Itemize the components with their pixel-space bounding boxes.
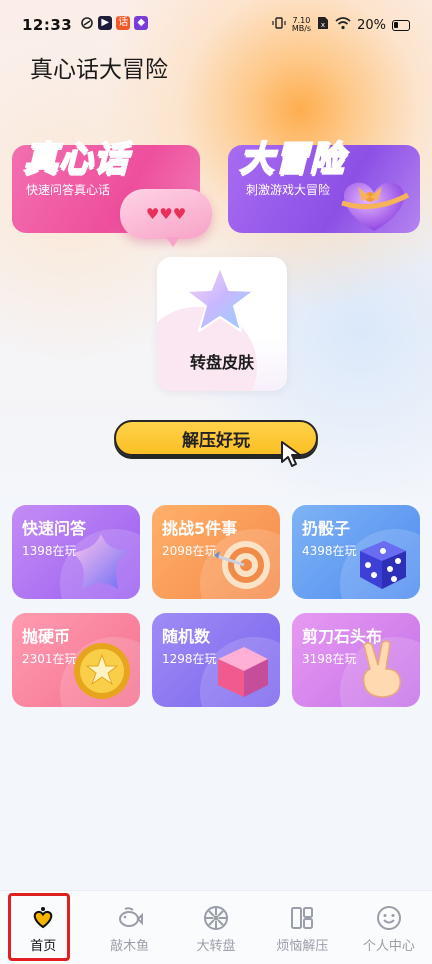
chat-bubble-icon: ♥♥♥ xyxy=(120,189,212,247)
tile-name: 随机数 xyxy=(162,627,211,646)
game-tile-random-number[interactable]: 随机数 1298在玩 xyxy=(152,613,280,707)
tile-count: 4398在玩 xyxy=(302,544,357,558)
dare-subtitle: 刺激游戏大冒险 xyxy=(246,183,331,197)
nav-item-profile[interactable]: 个人中心 xyxy=(346,891,432,964)
game-tile-dice[interactable]: 扔骰子 4398在玩 xyxy=(292,505,420,599)
gift-heart-icon xyxy=(341,182,410,231)
truth-subtitle: 快速问答真心话 xyxy=(26,183,111,197)
tile-name: 扔骰子 xyxy=(302,519,351,538)
star-blob-icon xyxy=(73,534,128,589)
game-tile-coin-toss[interactable]: 抛硬币 2301在玩 xyxy=(12,613,140,707)
star-icon xyxy=(185,266,255,332)
nav-label: 个人中心 xyxy=(362,939,415,954)
tile-count: 1298在玩 xyxy=(162,652,217,666)
status-bar: 12:33 ▶ 话 ◆ 7.10 MB/s x 20% xyxy=(0,0,432,50)
status-time: 12:33 xyxy=(22,16,73,34)
wifi-icon xyxy=(335,16,351,34)
game-tile-five-challenges[interactable]: 挑战5件事 2098在玩 xyxy=(152,505,280,599)
nav-item-wooden-fish[interactable]: 敲木鱼 xyxy=(86,891,172,964)
tile-name: 抛硬币 xyxy=(22,627,71,646)
victory-hand-icon xyxy=(362,640,401,698)
skin-label: 转盘皮肤 xyxy=(189,353,254,372)
cube-icon xyxy=(218,647,268,697)
battery-icon xyxy=(392,19,410,31)
nav-label: 敲木鱼 xyxy=(110,939,150,954)
smiley-icon xyxy=(376,906,401,930)
truth-card[interactable]: 真心话 快速问答真心话 ♥♥♥ xyxy=(12,138,212,247)
tile-count: 3198在玩 xyxy=(302,652,357,666)
game-tile-quick-qa[interactable]: 快速问答 1398在玩 xyxy=(12,505,140,599)
dice-icon xyxy=(360,541,406,589)
nav-item-wheel[interactable]: 大转盘 xyxy=(173,891,259,964)
svg-text:x: x xyxy=(321,21,325,29)
app-title: 真心话大冒险 xyxy=(30,57,168,83)
status-right: 7.10 MB/s x 20% xyxy=(272,16,410,34)
tile-count: 2301在玩 xyxy=(22,652,77,666)
game-tile-rock-paper-scissors[interactable]: 剪刀石头布 3198在玩 xyxy=(292,613,420,707)
tile-count: 1398在玩 xyxy=(22,544,77,558)
status-app-icons: ▶ 话 ◆ xyxy=(80,16,149,34)
nav-item-relief[interactable]: 烦恼解压 xyxy=(259,891,345,964)
coin-icon xyxy=(74,643,130,699)
cursor-icon xyxy=(281,441,301,467)
nav-label: 大转盘 xyxy=(196,939,236,954)
skin-card[interactable]: 转盘皮肤 xyxy=(157,257,287,391)
wheel-icon xyxy=(204,906,229,930)
play-app-icon: ▶ xyxy=(98,16,113,30)
decompress-button-label: 解压好玩 xyxy=(182,430,250,451)
sync-icon xyxy=(80,16,94,34)
sim-icon: x xyxy=(317,16,329,34)
net-speed: 7.10 MB/s xyxy=(291,16,312,33)
active-tab-highlight xyxy=(8,893,70,961)
battery-text: 20% xyxy=(357,17,386,33)
truth-title: 真心话 xyxy=(23,138,129,180)
layout-icon xyxy=(291,907,314,929)
app-icon-orange: 话 xyxy=(116,16,131,30)
dare-card[interactable]: 大冒险 刺激游戏大冒险 xyxy=(228,138,420,233)
vibrate-icon xyxy=(272,16,286,34)
wooden-fish-icon xyxy=(118,907,143,927)
app-icon-purple: ◆ xyxy=(134,16,149,30)
tile-count: 2098在玩 xyxy=(162,544,217,558)
nav-label: 烦恼解压 xyxy=(276,939,329,954)
target-dart-icon xyxy=(213,541,270,589)
